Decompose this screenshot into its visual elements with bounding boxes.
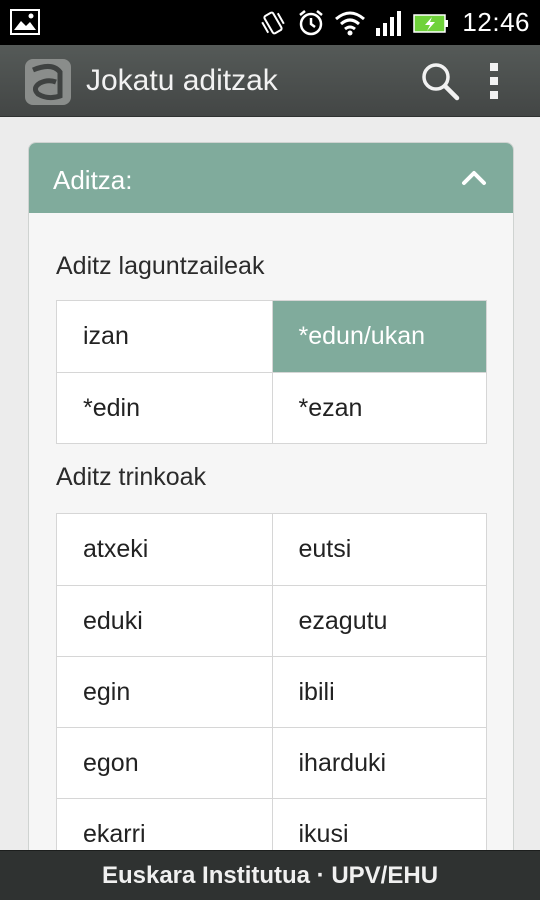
vibrate-icon	[261, 11, 286, 34]
grid-row: izan *edun/ukan	[57, 301, 486, 372]
app-title: Jokatu aditzak	[86, 64, 278, 97]
verb-cell[interactable]: *ezan	[271, 373, 486, 443]
chevron-up-icon	[462, 171, 486, 185]
panel-header-label: Aditza:	[53, 165, 133, 195]
grid-row: eduki ezagutu	[57, 585, 486, 656]
verb-grid: izan *edun/ukan *edin *ezan	[56, 300, 487, 444]
verb-cell[interactable]: eduki	[57, 586, 272, 656]
verb-cell[interactable]: eutsi	[271, 514, 486, 585]
verb-cell[interactable]: *edin	[57, 373, 272, 443]
search-icon	[422, 63, 460, 101]
verb-cell[interactable]: iharduki	[271, 728, 486, 798]
verb-cell[interactable]: egon	[57, 728, 272, 798]
status-clock: 12:46	[462, 7, 530, 37]
verb-cell-selected[interactable]: *edun/ukan	[271, 301, 486, 372]
grid-row: atxeki eutsi	[57, 514, 486, 585]
verb-panel: Aditza: Aditz laguntzaileak izan *edun/u…	[28, 142, 514, 862]
grid-row: egin ibili	[57, 656, 486, 727]
status-bar: 12:46	[0, 0, 540, 45]
footer-text: Euskara Institutua · UPV/EHU	[101, 861, 439, 889]
overflow-menu-button[interactable]	[474, 55, 514, 107]
verb-cell[interactable]: atxeki	[57, 514, 272, 585]
grid-row: egon iharduki	[57, 727, 486, 798]
alarm-icon	[299, 9, 324, 35]
verb-cell[interactable]: ezagutu	[271, 586, 486, 656]
footer: Euskara Institutua · UPV/EHU	[0, 850, 540, 900]
action-bar: Jokatu aditzak	[0, 45, 540, 117]
app-logo-icon	[25, 59, 71, 105]
section-title: Aditz laguntzaileak	[56, 252, 265, 280]
wifi-icon	[335, 11, 366, 35]
gallery-icon	[10, 9, 40, 35]
verb-cell[interactable]: ibili	[271, 657, 486, 727]
status-icons: 12:46	[258, 0, 530, 45]
verb-cell[interactable]: izan	[57, 301, 272, 372]
grid-row: *edin *ezan	[57, 372, 486, 443]
verb-grid: atxeki eutsi eduki ezagutu egin ibili eg…	[56, 513, 487, 861]
battery-charging-icon	[413, 13, 449, 33]
section-title: Aditz trinkoak	[56, 463, 207, 491]
panel-header[interactable]: Aditza:	[29, 143, 513, 213]
overflow-menu-icon	[490, 63, 498, 99]
verb-cell[interactable]: egin	[57, 657, 272, 727]
search-button[interactable]	[414, 55, 466, 107]
signal-icon	[376, 10, 402, 36]
